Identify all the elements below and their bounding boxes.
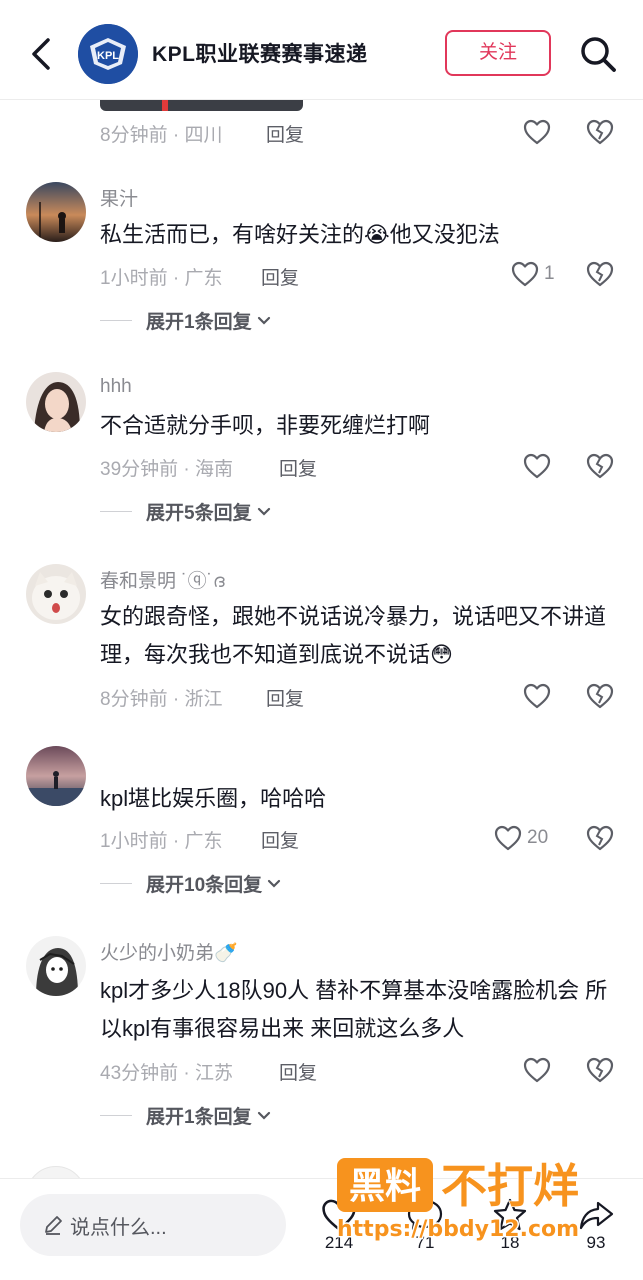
comment-item: 果汁 私生活而已，有啥好关注的😭他又没犯法 1小时前 · 广东 回复 1 展开1… [0, 180, 643, 340]
like-count: 1 [544, 263, 555, 284]
comment-input-placeholder: 说点什么... [70, 1216, 167, 1239]
like-button[interactable]: 20 [493, 822, 548, 854]
heart-icon [322, 1199, 356, 1231]
share-action[interactable]: 93 [566, 1197, 626, 1253]
heart-icon [511, 261, 539, 287]
star-icon [493, 1198, 527, 1231]
comment-item: 春和景明 ˙ⓠ˙ദ 女的跟奇怪，跟她不说话说冷暴力，说话吧又不讲道理，每次我也不… [0, 562, 643, 722]
like-button[interactable]: 1 [510, 258, 555, 290]
reply-button[interactable]: 回复 [261, 263, 299, 290]
reply-button[interactable]: 回复 [261, 826, 299, 853]
avatar[interactable] [26, 936, 86, 996]
chevron-down-icon [257, 316, 270, 325]
channel-avatar[interactable]: KPL [78, 24, 138, 84]
favorite-action[interactable]: 18 [480, 1197, 540, 1253]
reply-button[interactable]: 回复 [266, 120, 304, 147]
reply-button[interactable]: 回复 [279, 454, 317, 481]
divider [100, 320, 132, 321]
comment-item: kpl堪比娱乐圈，哈哈哈 1小时前 · 广东 回复 20 展开10条回复 [0, 744, 643, 904]
channel-title[interactable]: KPL职业联赛赛事速递 [152, 38, 368, 68]
expand-replies[interactable]: 展开10条回复 [100, 870, 282, 897]
heart-icon [494, 825, 522, 851]
avatar[interactable] [26, 182, 86, 242]
broken-heart-icon[interactable] [585, 682, 615, 710]
comment-item: 火少的小奶弟🍼 kpl才多少人18队90人 替补不算基本没啥露脸机会 所以kpl… [0, 934, 643, 1134]
heart-icon[interactable] [522, 118, 552, 146]
expand-replies-label: 展开1条回复 [146, 1107, 252, 1128]
broken-heart-icon[interactable] [585, 824, 615, 852]
avatar[interactable] [26, 746, 86, 806]
comment-text: 私生活而已，有啥好关注的😭他又没犯法 [100, 222, 500, 247]
search-icon[interactable] [578, 34, 618, 74]
comment-username[interactable]: 果汁 [100, 184, 138, 211]
follow-button[interactable]: 关注 [445, 30, 551, 76]
expand-replies[interactable]: 展开1条回复 [100, 1102, 272, 1129]
comment-action[interactable]: 71 [395, 1197, 455, 1253]
kpl-logo-icon: KPL [78, 24, 138, 84]
pencil-icon [45, 1216, 62, 1235]
reply-button[interactable]: 回复 [279, 1058, 317, 1085]
comment-meta: 8分钟前 · 浙江 [100, 689, 223, 710]
like-count: 20 [527, 827, 549, 848]
broken-heart-icon[interactable] [585, 452, 615, 480]
comment-count: 71 [415, 1233, 435, 1252]
comment-text: kpl才多少人18队90人 替补不算基本没啥露脸机会 所以kpl有事很容易出来 … [100, 978, 608, 1041]
comment-item: hhh 不合适就分手呗，非要死缠烂打啊 39分钟前 · 海南 回复 展开5条回复 [0, 372, 643, 532]
comment-item-partial: 8分钟前 · 四川 回复 [0, 110, 643, 160]
share-count: 93 [586, 1233, 606, 1252]
divider [100, 511, 132, 512]
top-bar: KPL KPL职业联赛赛事速递 关注 [0, 0, 643, 100]
logo-text: KPL [97, 50, 119, 62]
broken-heart-icon[interactable] [585, 118, 615, 146]
heart-icon[interactable] [522, 452, 552, 480]
bottom-action-bar: 说点什么... 214 71 18 93 [0, 1178, 643, 1280]
comment-username[interactable]: 火少的小奶弟🍼 [100, 938, 238, 965]
favorite-count: 18 [500, 1233, 520, 1252]
comment-meta: 1小时前 · 广东 [100, 831, 223, 852]
heart-icon[interactable] [522, 682, 552, 710]
expand-replies-label: 展开1条回复 [146, 312, 252, 333]
expand-replies[interactable]: 展开5条回复 [100, 498, 272, 525]
chevron-down-icon [257, 507, 270, 516]
like-action[interactable]: 214 [309, 1197, 369, 1253]
comment-username[interactable]: hhh [100, 376, 132, 398]
comment-input[interactable]: 说点什么... [20, 1194, 286, 1256]
share-arrow-icon [579, 1201, 614, 1230]
chevron-down-icon [268, 879, 281, 888]
comment-text: kpl堪比娱乐圈，哈哈哈 [100, 786, 327, 811]
chevron-down-icon [257, 1111, 270, 1120]
comment-meta: 43分钟前 · 江苏 [100, 1063, 234, 1084]
like-count: 214 [324, 1233, 354, 1252]
broken-heart-icon[interactable] [585, 1056, 615, 1084]
comment-text: 不合适就分手呗，非要死缠烂打啊 [100, 413, 431, 438]
comment-meta: 8分钟前 · 四川 [100, 125, 223, 146]
comment-meta: 1小时前 · 广东 [100, 268, 223, 289]
avatar[interactable] [26, 564, 86, 624]
expand-replies-label: 展开5条回复 [146, 503, 252, 524]
divider [100, 883, 132, 884]
reply-button[interactable]: 回复 [266, 684, 304, 711]
avatar[interactable] [26, 372, 86, 432]
comment-username[interactable]: 春和景明 ˙ⓠ˙ദ [100, 566, 225, 593]
heart-icon[interactable] [522, 1056, 552, 1084]
expand-replies[interactable]: 展开1条回复 [100, 307, 272, 334]
broken-heart-icon[interactable] [585, 260, 615, 288]
comment-bubble-icon [407, 1199, 443, 1231]
back-arrow-icon[interactable] [24, 34, 60, 74]
comment-text: 女的跟奇怪，跟她不说话说冷暴力，说话吧又不讲道理，每次我也不知道到底说不说话😳 [100, 604, 607, 667]
expand-replies-label: 展开10条回复 [146, 875, 263, 896]
divider [100, 1115, 132, 1116]
comment-meta: 39分钟前 · 海南 [100, 459, 234, 480]
